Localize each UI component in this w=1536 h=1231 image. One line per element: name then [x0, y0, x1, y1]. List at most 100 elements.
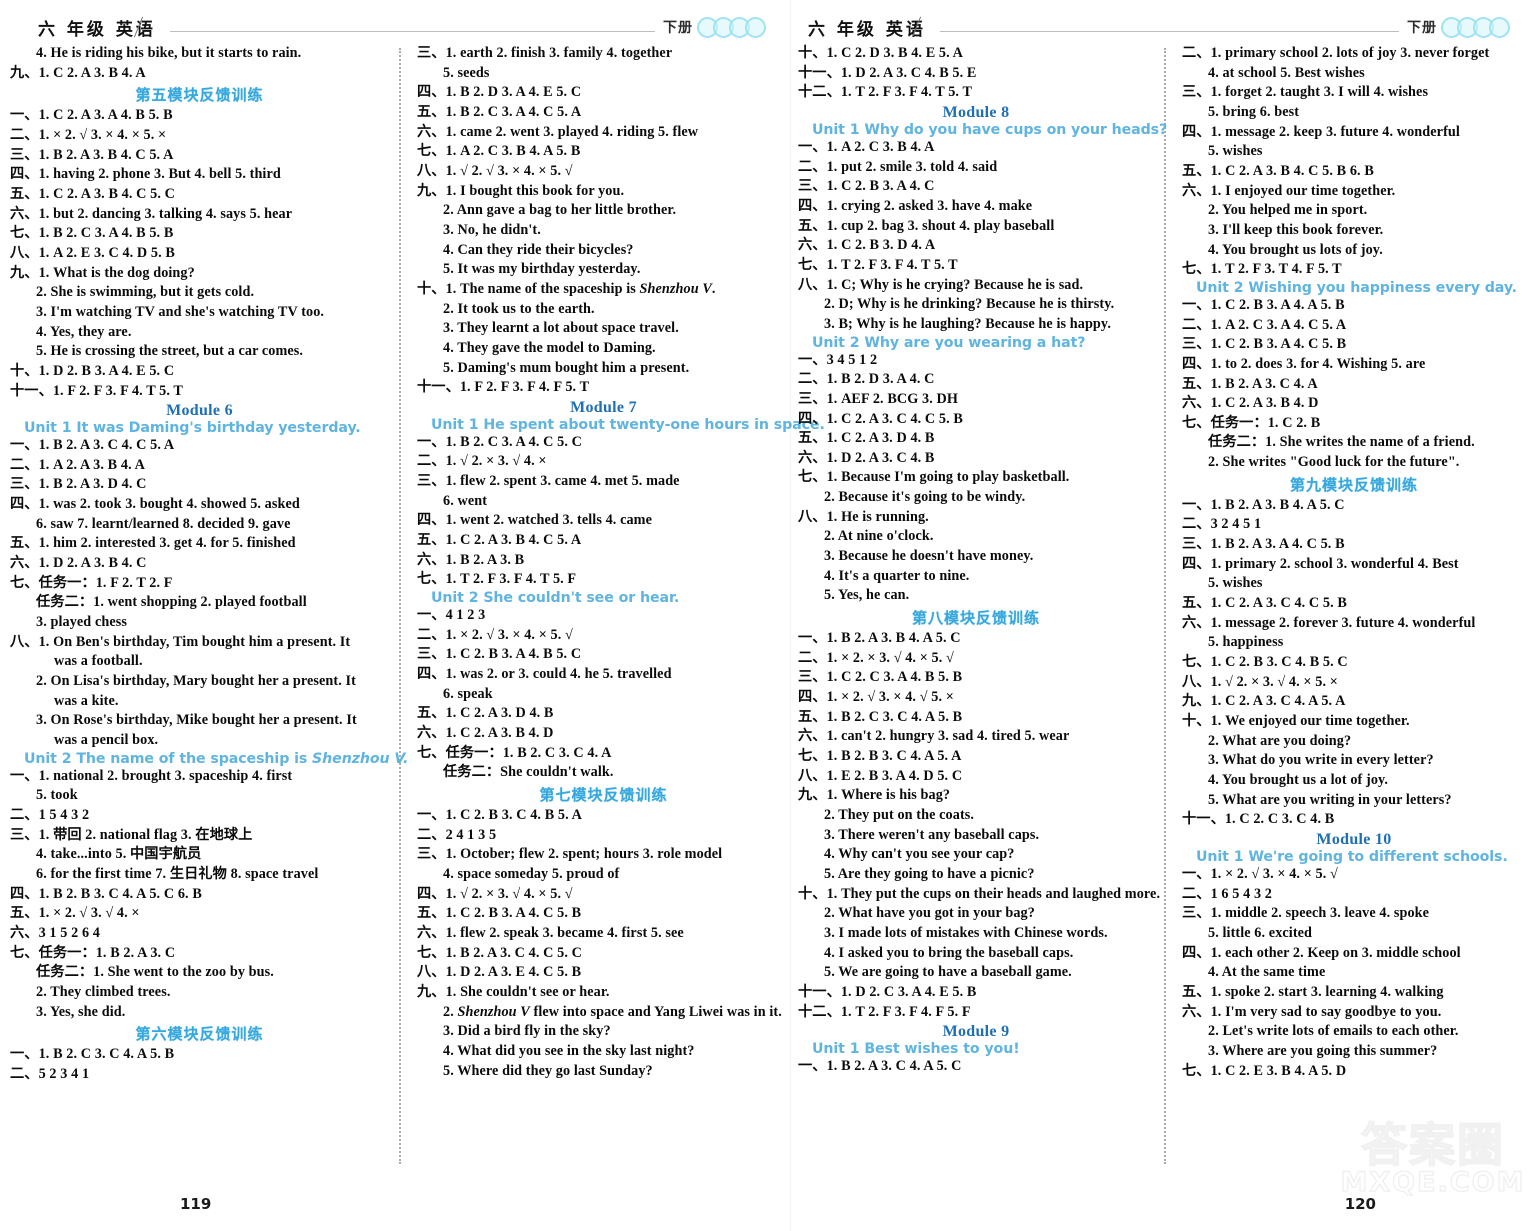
- answer-line: 3. No, he didn't.: [443, 221, 541, 238]
- answer-line: 七、1. B 2. C 3. A 4. B 5. B: [10, 225, 174, 242]
- answer-line: 二、1 6 5 4 3 2: [1182, 885, 1272, 902]
- answer-line: 5. wishes: [1208, 143, 1263, 160]
- answer-line: 3. They learnt a lot about space travel.: [443, 320, 679, 337]
- answer-line: 4. You brought us lots of joy.: [1208, 241, 1383, 258]
- answer-line: 六、1. flew 2. speak 3. became 4. first 5.…: [417, 924, 684, 941]
- module-heading: Module 6: [166, 402, 233, 420]
- column-3: 十、1. C 2. D 3. B 4. E 5. A 十一、1. D 2. A 3…: [798, 44, 1167, 1204]
- answer-line: 八、1. D 2. A 3. E 4. C 5. B: [417, 964, 582, 981]
- answer-line: 十二、1. T 2. F 3. F 4. T 5. T: [798, 84, 973, 101]
- answer-line: 2. It took us to the earth.: [443, 300, 595, 317]
- page-number-right: 120: [1344, 1195, 1376, 1213]
- unit-heading: Unit 2 Wishing you happiness every day.: [1196, 279, 1517, 296]
- answer-line: 3. played chess: [36, 614, 127, 631]
- answer-line: 五、1. C 2. A 3. D 4. B: [417, 705, 554, 722]
- answer-line: 三、1. C 2. B 3. A 4. C: [798, 178, 935, 195]
- answer-line: 九、1. Where is his bag?: [798, 787, 951, 804]
- answer-line: 4. at school 5. Best wishes: [1208, 64, 1365, 81]
- answer-line: 八、1. He is running.: [798, 508, 929, 525]
- answer-line: 4. You brought us a lot of joy.: [1208, 771, 1389, 788]
- answer-line: 4. space someday 5. proud of: [443, 865, 620, 882]
- answer-line: 十一、1. F 2. F 3. F 4. F 5. T: [417, 379, 590, 396]
- answer-line: 2. What are you doing?: [1208, 732, 1352, 749]
- module-review-heading: 第五模块反馈训练: [135, 86, 264, 105]
- answer-line: 二、1. A 2. A 3. B 4. A: [10, 456, 145, 473]
- answer-line: 四、1. was 2. took 3. bought 4. showed 5. …: [10, 496, 300, 513]
- answer-line: 四、1. was 2. or 3. could 4. he 5. travell…: [417, 666, 672, 683]
- answer-line: was a football.: [54, 653, 143, 670]
- page-right: 六 年级 英语 下册 十、1. C 2. D 3. B 4. E 5. A 十一、…: [790, 0, 1536, 1231]
- answer-line: 二、1. A 2. C 3. A 4. C 5. A: [1182, 316, 1347, 333]
- answer-line: 5. wishes: [1208, 575, 1263, 592]
- book-spread: 六 年级 英语 下册 4. He is riding his bike, but…: [0, 0, 1536, 1231]
- unit-heading: Unit 2 She couldn't see or hear.: [431, 590, 680, 607]
- answer-line: 一、1. B 2. A 3. B 4. A 5. C: [798, 630, 961, 647]
- bubbles-decoration-right: [1441, 16, 1510, 38]
- answer-line: 二、5 2 3 4 1: [10, 1065, 90, 1082]
- answer-line: 六、1. C 2. B 3. D 4. A: [798, 237, 936, 254]
- answer-line: 七、任务一：1. C 2. B: [1182, 414, 1321, 431]
- answer-line: 六、1. C 2. A 3. B 4. D: [1182, 395, 1319, 412]
- answer-line: 二、1. B 2. D 3. A 4. C: [798, 371, 935, 388]
- answer-line: 5. We are going to have a baseball game.: [824, 964, 1072, 981]
- answer-line: 3. I'm watching TV and she's watching TV…: [36, 303, 325, 320]
- answer-line: 六、1. B 2. A 3. B: [417, 551, 525, 568]
- answer-line: 四、1. × 2. √ 3. × 4. √ 5. ×: [798, 689, 954, 706]
- answer-line: 四、1. crying 2. asked 3. have 4. make: [798, 197, 1033, 214]
- answer-line: 四、1. each other 2. Keep on 3. middle sch…: [1182, 944, 1461, 961]
- answer-line: 六、1. D 2. A 3. B 4. C: [10, 555, 147, 572]
- answer-line: 2. Shenzhou V flew into space and Yang L…: [443, 1003, 782, 1020]
- answer-line: 5. little 6. excited: [1208, 924, 1313, 941]
- module-review-heading: 第六模块反馈训练: [135, 1025, 264, 1044]
- answer-line: 4. They gave the model to Daming.: [443, 339, 656, 356]
- answer-line: 一、1. B 2. C 3. A 4. C 5. C: [417, 433, 582, 450]
- module-heading: Module 10: [1316, 830, 1392, 848]
- answer-line: 六、1. C 2. A 3. B 4. D: [417, 725, 554, 741]
- answer-line: 十、1. They put the cups on their heads an…: [798, 885, 1161, 902]
- answer-line: 九、1. What is the dog doing?: [10, 264, 195, 281]
- answer-line: 六、1. message 2. forever 3. future 4. won…: [1182, 614, 1476, 631]
- answer-line: 四、1. having 2. phone 3. But 4. bell 5. t…: [10, 166, 281, 183]
- answer-line: 一、1. C 2. B 3. A 4. A 5. B: [1182, 296, 1345, 313]
- answer-line: 3. B; Why is he laughing? Because he is …: [824, 315, 1111, 332]
- answer-line: 五、1. C 2. A 3. B 4. C 5. C: [10, 185, 175, 202]
- answer-line: 3. On Rose's birthday, Mike bought her a…: [36, 712, 357, 729]
- answer-line: 五、1. C 2. A 3. B 4. C 5. B 6. B: [1182, 162, 1374, 179]
- answer-line: 十、1. The name of the spaceship is Shenzh…: [417, 280, 716, 297]
- answer-line: 四、1. B 2. D 3. A 4. E 5. C: [417, 84, 582, 101]
- answer-line: 九、1. C 2. A 3. C 4. A 5. A: [1182, 693, 1346, 710]
- answer-line: 二、1. primary school 2. lots of joy 3. ne…: [1182, 45, 1490, 61]
- unit-heading: Unit 2 The name of the spaceship is Shen…: [24, 750, 409, 767]
- answer-line: 七、任务一：1. B 2. A 3. C: [10, 944, 176, 961]
- answer-line: 七、1. B 2. B 3. C 4. A 5. A: [798, 748, 962, 764]
- answer-line: 5. happiness: [1208, 634, 1284, 651]
- answer-line: 六、1. I'm very sad to say goodbye to you.: [1182, 1003, 1442, 1020]
- answer-line: 2. They put on the coats.: [824, 806, 975, 823]
- answer-line: 十二、1. T 2. F 3. F 4. F 5. F: [798, 1003, 971, 1020]
- answer-line: 三、1. C 2. B 3. A 4. C 5. B: [1182, 336, 1347, 353]
- module-review-heading: 第九模块反馈训练: [1289, 475, 1418, 494]
- answer-line: 八、1. √ 2. × 3. √ 4. × 5. ×: [1182, 673, 1338, 690]
- answer-line: 七、1. B 2. A 3. C 4. C 5. C: [417, 944, 582, 961]
- head-volume-left: 下册: [663, 16, 782, 38]
- answer-line: 五、1. C 2. A 3. D 4. B: [798, 430, 935, 447]
- left-page-columns: 4. He is riding his bike, but it starts …: [10, 44, 825, 1204]
- answer-line: 八、1. E 2. B 3. A 4. D 5. C: [798, 767, 963, 784]
- answer-line: 五、1. spoke 2. start 3. learning 4. walki…: [1182, 983, 1444, 1000]
- answer-line: 六、1. can't 2. hungry 3. sad 4. tired 5. …: [798, 728, 1070, 745]
- answer-line: 2. She writes "Good luck for the future"…: [1208, 454, 1460, 471]
- head-rule-right: [939, 30, 1399, 32]
- answer-line: 五、1. B 2. C 3. A 4. C 5. A: [417, 103, 582, 120]
- italic-title: Shenzhou V: [457, 1003, 530, 1020]
- answer-line: 八、1. A 2. E 3. C 4. D 5. B: [10, 244, 175, 261]
- answer-line: 四、1. went 2. watched 3. tells 4. came: [417, 512, 652, 529]
- answer-line: 一、1. B 2. C 3. C 4. A 5. B: [10, 1046, 175, 1063]
- answer-line: 任务二：1. She went to the zoo by bus.: [36, 964, 274, 981]
- answer-line: 二、1. × 2. × 3. √ 4. × 5. √: [798, 649, 954, 666]
- answer-line: 3. I made lots of mistakes with Chinese …: [824, 924, 1108, 941]
- answer-line: 四、1. primary 2. school 3. wonderful 4. B…: [1182, 555, 1459, 572]
- answer-line: 2. You helped me in sport.: [1208, 202, 1368, 219]
- answer-line: 七、1. T 2. F 3. F 4. T 5. F: [417, 571, 577, 588]
- answer-line: 4. take...into 5. 中国宇航员: [36, 846, 202, 863]
- answer-line: 5. took: [36, 787, 78, 804]
